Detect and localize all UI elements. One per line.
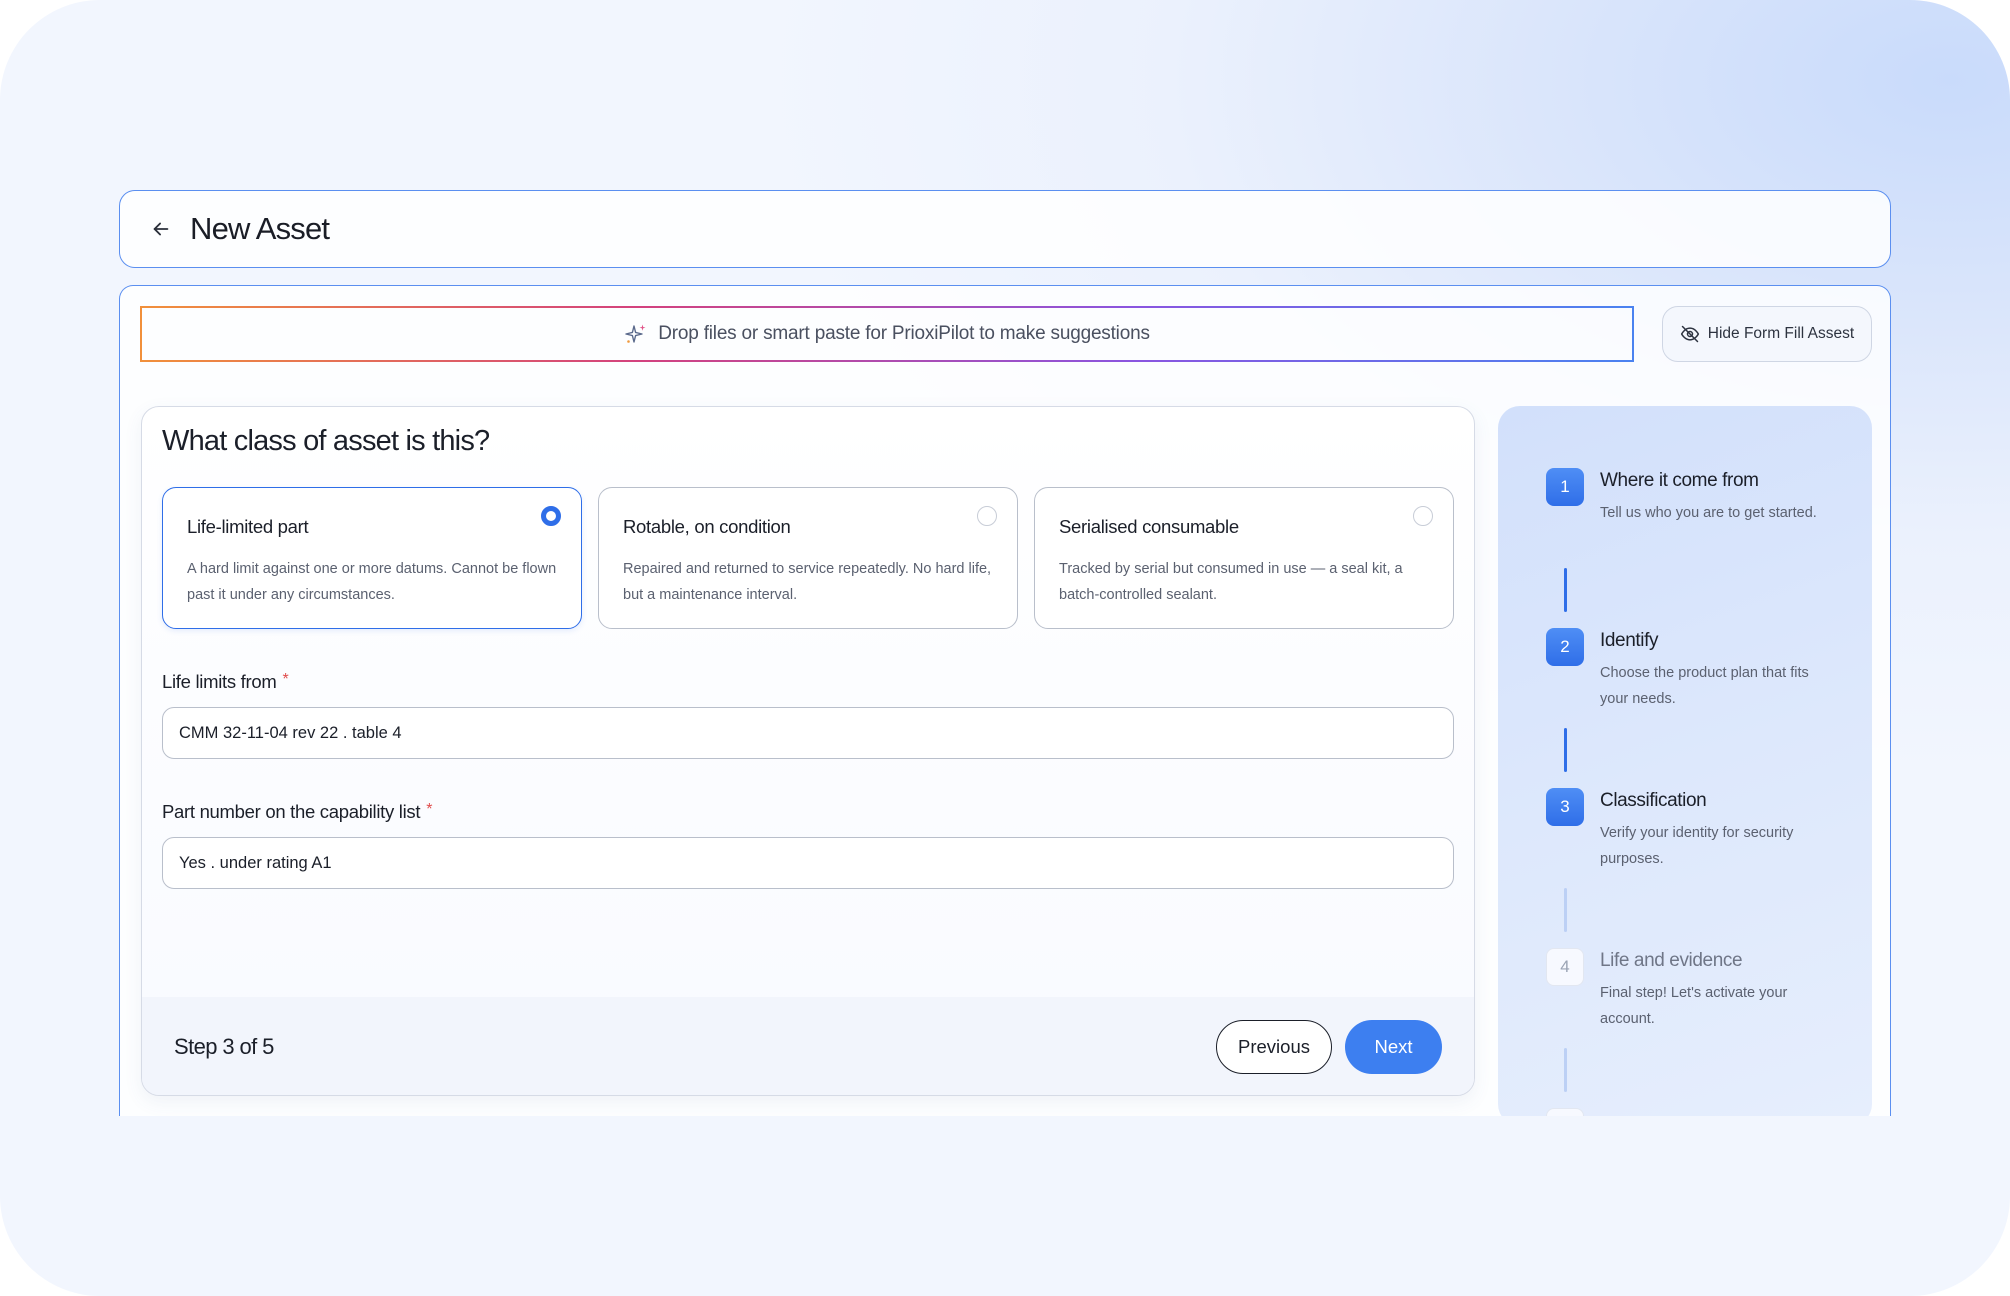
hide-form-fill-button[interactable]: Hide Form Fill Assest xyxy=(1662,306,1872,362)
part-number-input[interactable] xyxy=(162,837,1454,889)
step-description: Choose the product plan that fits your n… xyxy=(1600,665,1809,707)
step-connector xyxy=(1564,1048,1567,1092)
option-title: Life-limited part xyxy=(187,516,309,537)
step-title: Where it come from xyxy=(1600,470,1759,491)
progress-stepper: 1 Where it come from Tell us who you are… xyxy=(1498,406,1872,1116)
option-description: Tracked by serial but consumed in use — … xyxy=(1059,561,1403,603)
smart-paste-dropzone[interactable]: Drop files or smart paste for PrioxiPilo… xyxy=(140,306,1634,362)
app-frame: New Asset Drop files or smart paste for … xyxy=(0,0,2010,1296)
eye-off-icon xyxy=(1680,325,1699,343)
radio-life-limited-part[interactable] xyxy=(541,506,561,526)
step-number: 4 xyxy=(1546,948,1584,986)
part-number-label: Part number on the capability list * xyxy=(162,801,432,823)
option-title: Rotable, on condition xyxy=(623,516,791,537)
page-title: New Asset xyxy=(190,211,330,246)
option-description: A hard limit against one or more datums.… xyxy=(187,561,557,603)
form-question: What class of asset is this? xyxy=(162,425,490,457)
required-mark: * xyxy=(282,671,289,688)
step-number: 3 xyxy=(1546,788,1584,826)
step-connector xyxy=(1564,568,1567,612)
dropzone-text: Drop files or smart paste for PrioxiPilo… xyxy=(658,323,1150,344)
field-label-text: Part number on the capability list xyxy=(162,801,421,822)
step-connector xyxy=(1564,728,1567,772)
main-card: Drop files or smart paste for PrioxiPilo… xyxy=(119,285,1891,1116)
asset-class-form: What class of asset is this? Life-limite… xyxy=(141,406,1475,1096)
life-limits-label: Life limits from * xyxy=(162,671,289,693)
radio-rotable-on-condition[interactable] xyxy=(977,506,997,526)
previous-button[interactable]: Previous xyxy=(1216,1020,1332,1074)
next-button[interactable]: Next xyxy=(1345,1020,1442,1074)
radio-serialised-consumable[interactable] xyxy=(1413,506,1433,526)
step-description: Final step! Let's activate your account. xyxy=(1600,985,1788,1027)
field-label-text: Life limits from xyxy=(162,671,277,692)
option-rotable-on-condition[interactable]: Rotable, on condition Repaired and retur… xyxy=(598,487,1018,629)
option-serialised-consumable[interactable]: Serialised consumable Tracked by serial … xyxy=(1034,487,1454,629)
hide-form-fill-label: Hide Form Fill Assest xyxy=(1707,325,1855,342)
step-number xyxy=(1546,1108,1584,1116)
sparkle-icon xyxy=(625,324,646,343)
step-connector xyxy=(1564,888,1567,932)
step-number: 1 xyxy=(1546,468,1584,506)
step-number: 2 xyxy=(1546,628,1584,666)
step-counter: Step 3 of 5 xyxy=(174,1034,274,1059)
life-limits-input[interactable] xyxy=(162,707,1454,759)
option-title: Serialised consumable xyxy=(1059,516,1239,537)
option-description: Repaired and returned to service repeate… xyxy=(623,561,992,603)
step-title: Classification xyxy=(1600,790,1707,811)
option-life-limited-part[interactable]: Life-limited part A hard limit against o… xyxy=(162,487,582,629)
form-footer: Step 3 of 5 Previous Next xyxy=(142,997,1474,1095)
arrow-left-icon xyxy=(153,222,169,236)
step-description: Tell us who you are to get started. xyxy=(1600,505,1817,521)
page-header: New Asset xyxy=(119,190,1891,268)
step-description: Verify your identity for security purpos… xyxy=(1600,825,1794,867)
required-mark: * xyxy=(426,801,433,818)
step-title: Identify xyxy=(1600,630,1659,651)
back-button[interactable] xyxy=(144,212,178,246)
step-title: Life and evidence xyxy=(1600,950,1743,971)
